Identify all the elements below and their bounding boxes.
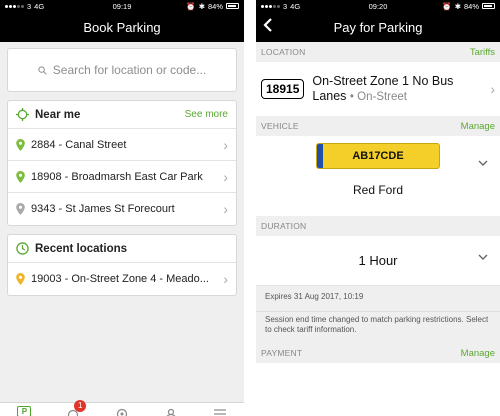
- near-me-item-label: 18908 - Broadmarsh East Car Park: [31, 170, 203, 183]
- near-me-item-label: 2884 - Canal Street: [31, 138, 127, 151]
- search-input[interactable]: Search for location or code...: [7, 48, 237, 92]
- nav-bar: Book Parking: [0, 12, 244, 42]
- nav-bar: Pay for Parking: [256, 12, 500, 42]
- tab-parking[interactable]: P: [17, 406, 32, 416]
- near-me-title: Near me: [35, 108, 81, 121]
- duration-selector[interactable]: 1 Hour: [256, 236, 500, 286]
- near-me-item[interactable]: 18908 - Broadmarsh East Car Park ›: [8, 161, 236, 193]
- tariffs-link[interactable]: Tariffs: [470, 47, 495, 58]
- location-type: • On-Street: [349, 90, 407, 103]
- carrier-label: 3: [283, 1, 288, 11]
- signal-icon: [261, 4, 280, 8]
- network-label: 4G: [34, 1, 45, 11]
- book-parking-screen: 3 4G 09:19 ⏰ ✱ 84% Book Parking Search f…: [0, 0, 244, 416]
- alarm-icon: ⏰: [186, 1, 196, 11]
- manage-vehicle-link[interactable]: Manage: [461, 121, 495, 132]
- battery-percent: 84%: [207, 1, 223, 11]
- duration-value: 1 Hour: [358, 253, 398, 268]
- duration-section-header: DURATION: [256, 216, 500, 236]
- battery-icon: [482, 3, 495, 9]
- carrier-label: 3: [27, 1, 32, 11]
- tab-bar: P 1: [0, 400, 244, 416]
- alarm-icon: ⏰: [442, 1, 452, 11]
- chevron-right-icon: ›: [223, 271, 228, 287]
- page-title: Pay for Parking: [333, 19, 423, 35]
- parking-icon: P: [21, 407, 28, 416]
- bluetooth-icon: ✱: [454, 1, 461, 11]
- battery-icon: [226, 3, 239, 9]
- location-selector[interactable]: 18915 On-Street Zone 1 No Bus Lanes • On…: [256, 62, 500, 116]
- back-button[interactable]: [263, 16, 273, 37]
- chevron-left-icon: [263, 18, 272, 32]
- number-plate: AB17CDE: [316, 143, 440, 169]
- tab-nearby[interactable]: [115, 406, 129, 416]
- clock-icon: [16, 242, 29, 255]
- chevron-right-icon: ›: [223, 136, 228, 153]
- near-me-header: Near me See more: [8, 101, 236, 129]
- recent-locations-header: Recent locations: [8, 235, 236, 263]
- location-icon: [116, 408, 128, 416]
- chevron-right-icon: ›: [223, 168, 228, 185]
- vehicle-name: Red Ford: [352, 183, 404, 197]
- vehicle-label: VEHICLE: [261, 121, 299, 131]
- duration-label: DURATION: [261, 221, 307, 231]
- battery-percent: 84%: [463, 1, 479, 11]
- signal-icon: [5, 4, 24, 8]
- chevron-right-icon: ›: [490, 81, 495, 97]
- network-label: 4G: [290, 1, 301, 11]
- chevron-down-icon: [478, 254, 488, 260]
- map-pin-icon: [16, 138, 25, 151]
- expiry-text: Expires 31 Aug 2017, 10:19: [256, 286, 500, 311]
- user-icon: [166, 408, 176, 416]
- chevron-down-icon: [478, 160, 488, 166]
- menu-icon: [213, 409, 226, 415]
- page-title: Book Parking: [83, 19, 161, 35]
- location-code-badge: 18915: [261, 79, 305, 99]
- map-pin-icon: [16, 273, 25, 285]
- recent-location-item[interactable]: 19003 - On-Street Zone 4 - Meado... ›: [8, 263, 236, 295]
- tab-menu[interactable]: [213, 406, 227, 416]
- near-me-card: Near me See more 2884 - Canal Street › 1…: [7, 100, 237, 226]
- crosshair-icon: [16, 108, 29, 121]
- recent-location-label: 19003 - On-Street Zone 4 - Meado...: [31, 273, 209, 285]
- tab-sessions[interactable]: 1: [66, 400, 87, 416]
- see-more-link[interactable]: See more: [185, 109, 228, 120]
- recent-locations-card: Recent locations 19003 - On-Street Zone …: [7, 234, 237, 296]
- bluetooth-icon: ✱: [198, 1, 205, 11]
- manage-payment-link[interactable]: Manage: [461, 348, 495, 359]
- map-pin-icon: [16, 203, 25, 215]
- near-me-item[interactable]: 9343 - St James St Forecourt ›: [8, 193, 236, 225]
- payment-label: PAYMENT: [261, 348, 303, 358]
- payment-section-header: PAYMENT Manage: [256, 343, 500, 363]
- status-bar: 3 4G 09:20 ⏰ ✱ 84%: [256, 0, 500, 12]
- near-me-item[interactable]: 2884 - Canal Street ›: [8, 129, 236, 161]
- location-details: On-Street Zone 1 No Bus Lanes • On-Stree…: [312, 74, 486, 105]
- pay-for-parking-screen: 3 4G 09:20 ⏰ ✱ 84% Pay for Parking LOCAT…: [256, 0, 500, 416]
- search-icon: [38, 65, 47, 75]
- near-me-item-label: 9343 - St James St Forecourt: [31, 203, 175, 215]
- map-pin-icon: [16, 170, 25, 183]
- search-placeholder: Search for location or code...: [52, 63, 207, 77]
- vehicle-selector[interactable]: AB17CDE Red Ford: [256, 136, 500, 216]
- plate-text: AB17CDE: [352, 150, 404, 162]
- status-bar: 3 4G 09:19 ⏰ ✱ 84%: [0, 0, 244, 12]
- tab-account[interactable]: [164, 406, 178, 416]
- vehicle-section-header: VEHICLE Manage: [256, 116, 500, 136]
- location-section-header: LOCATION Tariffs: [256, 42, 500, 62]
- tariff-notice[interactable]: Session end time changed to match parkin…: [256, 311, 500, 343]
- recent-locations-title: Recent locations: [35, 242, 128, 255]
- chevron-right-icon: ›: [223, 201, 228, 217]
- sessions-badge: 1: [74, 400, 87, 412]
- location-label: LOCATION: [261, 47, 306, 57]
